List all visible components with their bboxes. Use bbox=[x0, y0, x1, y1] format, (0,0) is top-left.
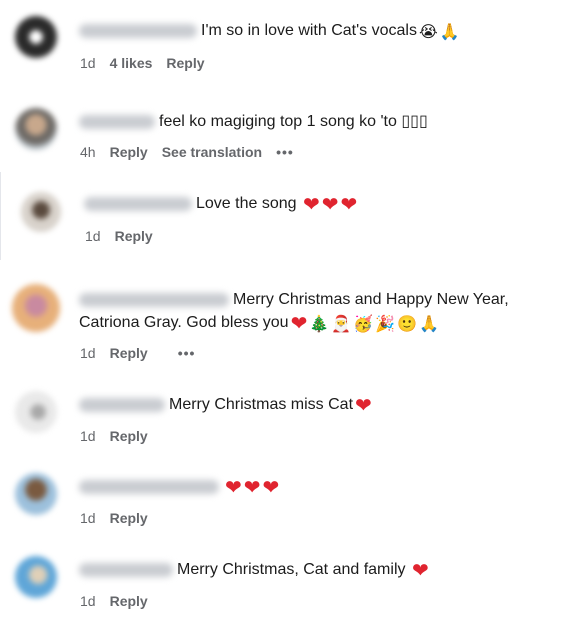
avatar[interactable] bbox=[21, 192, 61, 232]
commenter-name[interactable] bbox=[79, 114, 155, 129]
folded-hands-icon: 🙏 bbox=[439, 22, 460, 41]
christmas-tree-icon: 🎄 bbox=[309, 314, 330, 333]
comment-text: Love the song ❤ ❤ ❤ bbox=[84, 193, 357, 215]
avatar[interactable] bbox=[12, 284, 60, 332]
heart-icon: ❤ bbox=[355, 393, 372, 417]
folded-hands-icon: 🙏 bbox=[418, 314, 439, 333]
commenter-name[interactable] bbox=[79, 479, 219, 494]
avatar[interactable] bbox=[15, 16, 57, 58]
commenter-name[interactable] bbox=[79, 397, 165, 412]
comment-actions: 1d Reply bbox=[80, 427, 162, 445]
comment-actions: 1d Reply bbox=[85, 227, 167, 245]
more-options-icon[interactable]: ••• bbox=[178, 345, 196, 361]
avatar[interactable] bbox=[15, 556, 57, 598]
reply-button[interactable]: Reply bbox=[166, 55, 204, 71]
avatar[interactable] bbox=[15, 108, 57, 150]
reply-button[interactable]: Reply bbox=[110, 345, 148, 361]
santa-icon: 🎅 bbox=[331, 314, 352, 333]
heart-icon: ❤ bbox=[290, 311, 308, 335]
avatar[interactable] bbox=[15, 391, 57, 433]
comment-actions: 1d Reply bbox=[80, 509, 162, 527]
heart-icon: ❤ bbox=[262, 475, 280, 499]
reply-button[interactable]: Reply bbox=[115, 228, 153, 244]
reply-button[interactable]: Reply bbox=[110, 510, 148, 526]
timestamp[interactable]: 1d bbox=[80, 55, 96, 71]
heart-icon: ❤ bbox=[340, 192, 358, 216]
reply-button[interactable]: Reply bbox=[110, 144, 148, 160]
comment-actions: 4h Reply See translation ••• bbox=[80, 143, 308, 161]
comment-actions: 1d Reply bbox=[80, 592, 162, 610]
heart-icon: ❤ bbox=[302, 192, 320, 216]
timestamp[interactable]: 1d bbox=[80, 345, 96, 361]
comment-text: I'm so in love with Cat's vocals 😭 🙏 bbox=[79, 20, 460, 42]
thread-line bbox=[0, 172, 1, 260]
heart-icon: ❤ bbox=[243, 475, 261, 499]
heart-icon: ❤ bbox=[411, 558, 429, 582]
partying-face-icon: 🥳 bbox=[353, 314, 374, 333]
heart-icon: ❤ bbox=[225, 475, 242, 499]
party-popper-icon: 🎉 bbox=[375, 314, 396, 333]
timestamp[interactable]: 1d bbox=[80, 510, 96, 526]
more-options-icon[interactable]: ••• bbox=[276, 144, 294, 160]
timestamp[interactable]: 1d bbox=[85, 228, 101, 244]
unrendered-glyphs: ▯▯▯ bbox=[401, 113, 428, 130]
timestamp[interactable]: 1d bbox=[80, 593, 96, 609]
see-translation-link[interactable]: See translation bbox=[162, 144, 262, 160]
comment-actions: 1d 4 likes Reply bbox=[80, 54, 219, 72]
commenter-name[interactable] bbox=[79, 292, 229, 307]
commenter-name[interactable] bbox=[79, 23, 197, 38]
likes-count[interactable]: 4 likes bbox=[110, 55, 153, 71]
comment-text: feel ko magiging top 1 song ko 'to ▯▯▯ bbox=[79, 111, 428, 133]
comment-text: ❤ ❤ ❤ bbox=[79, 476, 279, 498]
avatar[interactable] bbox=[15, 473, 57, 515]
timestamp[interactable]: 1d bbox=[80, 428, 96, 444]
comment-text-line-2: Catriona Gray. God bless you ❤ 🎄 🎅 🥳 🎉 🙂 🙏 bbox=[79, 311, 439, 335]
crying-face-icon: 😭 bbox=[418, 22, 438, 41]
timestamp[interactable]: 4h bbox=[80, 144, 96, 160]
heart-icon: ❤ bbox=[321, 192, 339, 216]
reply-button[interactable]: Reply bbox=[110, 593, 148, 609]
comment-actions: 1d Reply ••• bbox=[80, 344, 209, 362]
comment-text: Merry Christmas miss Cat ❤ bbox=[79, 394, 372, 416]
comment-text-line-1: Merry Christmas and Happy New Year, bbox=[79, 289, 509, 311]
smiling-face-icon: 🙂 bbox=[397, 314, 417, 333]
commenter-name[interactable] bbox=[79, 562, 173, 577]
reply-button[interactable]: Reply bbox=[110, 428, 148, 444]
commenter-name[interactable] bbox=[84, 196, 192, 211]
comment-text: Merry Christmas, Cat and family ❤ bbox=[79, 559, 429, 581]
